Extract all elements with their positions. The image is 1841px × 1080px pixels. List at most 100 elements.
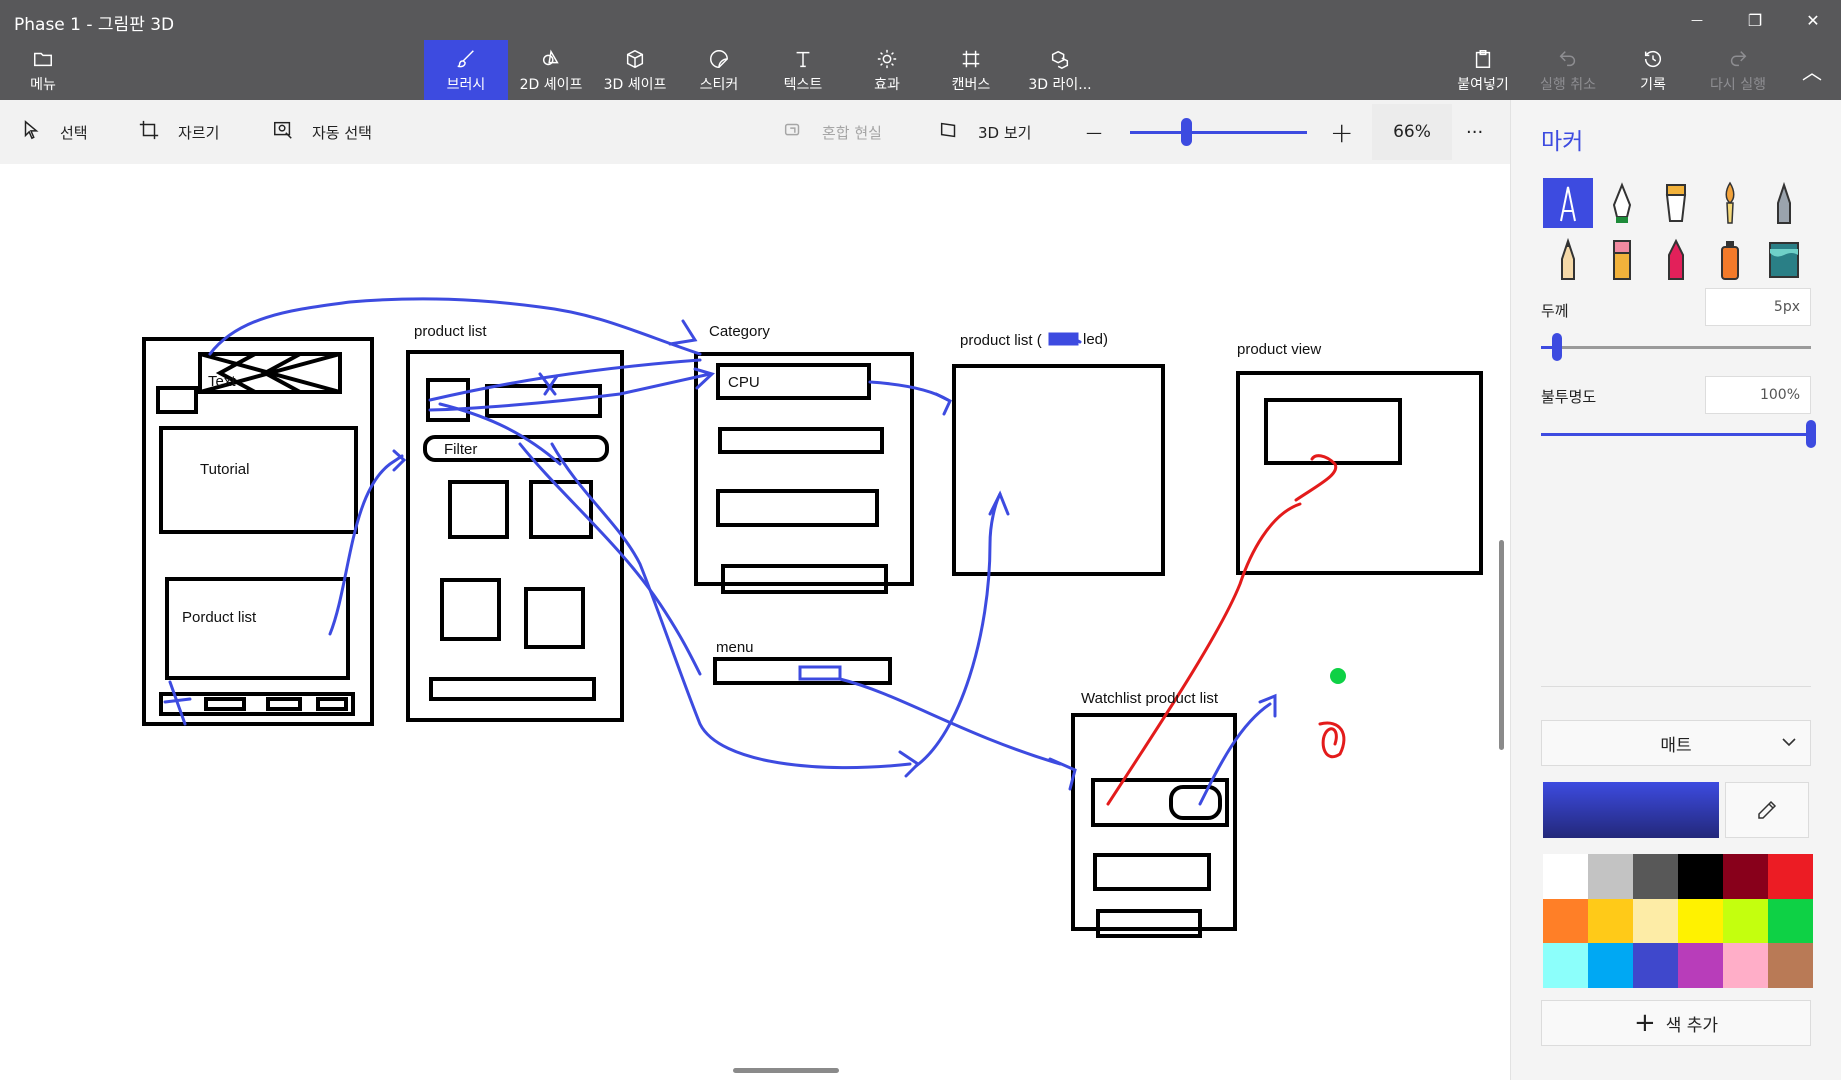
folder-icon (32, 46, 54, 72)
color-swatch[interactable] (1678, 898, 1723, 944)
menu-label: 메뉴 (30, 77, 56, 93)
watchlist-label: Watchlist product list (1081, 690, 1219, 707)
finish-dropdown[interactable]: 매트 (1541, 720, 1811, 766)
tool-oil-brush[interactable] (1651, 178, 1701, 228)
porduct-list-label: Porduct list (182, 609, 257, 626)
minimize-icon: — (1691, 13, 1703, 27)
opacity-slider-track[interactable] (1541, 433, 1811, 436)
tab-stickers[interactable]: 스티커 (678, 40, 760, 100)
tab-canvas[interactable]: 캔버스 (930, 40, 1012, 100)
tool-crayon[interactable] (1651, 234, 1701, 284)
tool-pencil[interactable] (1543, 234, 1593, 284)
collapse-toolbar-button[interactable]: ︿ (1790, 40, 1834, 100)
thickness-input[interactable]: 5px (1705, 288, 1811, 326)
redo-label: 다시 실행 (1710, 77, 1766, 93)
mixed-reality-icon (782, 119, 804, 145)
product-list-filtered-label: product list ( (960, 332, 1042, 349)
tab-text-label: 텍스트 (783, 77, 823, 93)
color-swatch[interactable] (1678, 943, 1723, 988)
tool-eraser[interactable] (1597, 234, 1647, 284)
thickness-slider-thumb[interactable] (1552, 333, 1563, 361)
color-swatch[interactable] (1543, 854, 1588, 899)
view-3d-button[interactable]: 3D 보기 (938, 100, 1031, 164)
finish-value: 매트 (1660, 735, 1692, 756)
clipboard-icon (1472, 46, 1494, 72)
cursor-icon (20, 119, 42, 145)
calligraphy-pen-icon (1612, 182, 1632, 223)
menu-button[interactable]: 메뉴 (10, 40, 76, 100)
tab-brushes[interactable]: 브러시 (424, 40, 508, 100)
view-3d-label: 3D 보기 (978, 123, 1032, 142)
color-swatch[interactable] (1633, 854, 1678, 899)
filter-label: Filter (444, 441, 477, 458)
redo-button[interactable]: 다시 실행 (1694, 40, 1782, 100)
color-swatch[interactable] (1678, 854, 1723, 899)
tab-effects[interactable]: 효과 (846, 40, 928, 100)
color-swatch[interactable] (1543, 898, 1588, 944)
zoom-out-button[interactable]: — (1086, 100, 1102, 164)
menu-label-canvas: menu (716, 639, 754, 656)
tool-fill-bucket[interactable] (1759, 234, 1809, 284)
brush-icon (455, 46, 477, 72)
crop-icon (138, 119, 160, 145)
tab-text[interactable]: 텍스트 (762, 40, 844, 100)
magic-select-button[interactable]: 자동 선택 (272, 100, 372, 164)
tool-marker[interactable] (1543, 178, 1593, 228)
history-button[interactable]: 기록 (1616, 40, 1690, 100)
crop-button[interactable]: 자르기 (138, 100, 219, 164)
thickness-slider-track[interactable] (1541, 346, 1811, 349)
magic-select-icon (272, 119, 294, 145)
tool-pencil-fine[interactable] (1759, 178, 1809, 228)
color-swatch[interactable] (1723, 943, 1768, 988)
zoom-slider-thumb[interactable] (1181, 118, 1192, 146)
spray-can-icon (1721, 241, 1739, 280)
tab-3d-shapes[interactable]: 3D 셰이프 (594, 40, 676, 100)
color-swatch[interactable] (1633, 898, 1678, 944)
mixed-reality-button[interactable]: 혼합 현실 (782, 100, 882, 164)
color-swatch[interactable] (1543, 943, 1588, 988)
tab-2d-shapes[interactable]: 2D 셰이프 (510, 40, 592, 100)
color-swatch[interactable] (1723, 854, 1768, 899)
color-swatch[interactable] (1723, 898, 1768, 944)
color-swatch[interactable] (1768, 943, 1813, 988)
color-swatch[interactable] (1633, 943, 1678, 988)
magic-select-label: 자동 선택 (312, 123, 372, 142)
current-color-swatch[interactable] (1543, 782, 1719, 838)
paste-button[interactable]: 붙여넣기 (1448, 40, 1518, 100)
zoom-level: 66% (1393, 122, 1431, 142)
panel-divider (1541, 686, 1811, 687)
opacity-input[interactable]: 100% (1705, 376, 1811, 414)
horizontal-scrollbar[interactable] (733, 1068, 839, 1073)
color-swatch[interactable] (1588, 943, 1633, 988)
eyedropper-button[interactable] (1725, 782, 1809, 838)
minimize-button[interactable]: — (1669, 0, 1725, 40)
color-swatch[interactable] (1588, 854, 1633, 899)
vertical-scrollbar[interactable] (1499, 540, 1504, 750)
color-swatch[interactable] (1768, 854, 1813, 899)
zoom-level-box[interactable]: 66% (1372, 104, 1452, 160)
zoom-in-button[interactable]: + (1330, 100, 1353, 164)
tool-calligraphy-pen[interactable] (1597, 178, 1647, 228)
tool-spray-can[interactable] (1705, 234, 1755, 284)
undo-button[interactable]: 실행 취소 (1528, 40, 1608, 100)
text-icon (792, 46, 814, 72)
opacity-slider-thumb[interactable] (1806, 420, 1816, 448)
close-button[interactable]: ✕ (1785, 0, 1841, 40)
canvas-icon (960, 46, 982, 72)
eyedropper-icon (1758, 800, 1777, 819)
chevron-up-icon: ︿ (1802, 59, 1822, 84)
tool-watercolor[interactable] (1705, 178, 1755, 228)
drawing-canvas[interactable]: Text Tutorial Porduct list product list … (0, 164, 1510, 1080)
restore-button[interactable]: ❐ (1727, 0, 1783, 40)
3d-view-icon (938, 119, 960, 145)
select-button[interactable]: 선택 (20, 100, 88, 164)
more-options-button[interactable]: ··· (1466, 100, 1483, 164)
color-swatch[interactable] (1588, 898, 1633, 944)
tab-3d-library[interactable]: 3D 라이... (1014, 40, 1106, 100)
opacity-slider-fill (1541, 433, 1811, 436)
tab-2d-shapes-label: 2D 셰이프 (519, 77, 583, 93)
color-swatch[interactable] (1768, 898, 1813, 944)
zoom-slider-track[interactable] (1130, 131, 1307, 134)
pencil-icon (1561, 237, 1575, 280)
add-color-button[interactable]: + 색 추가 (1541, 1000, 1811, 1046)
